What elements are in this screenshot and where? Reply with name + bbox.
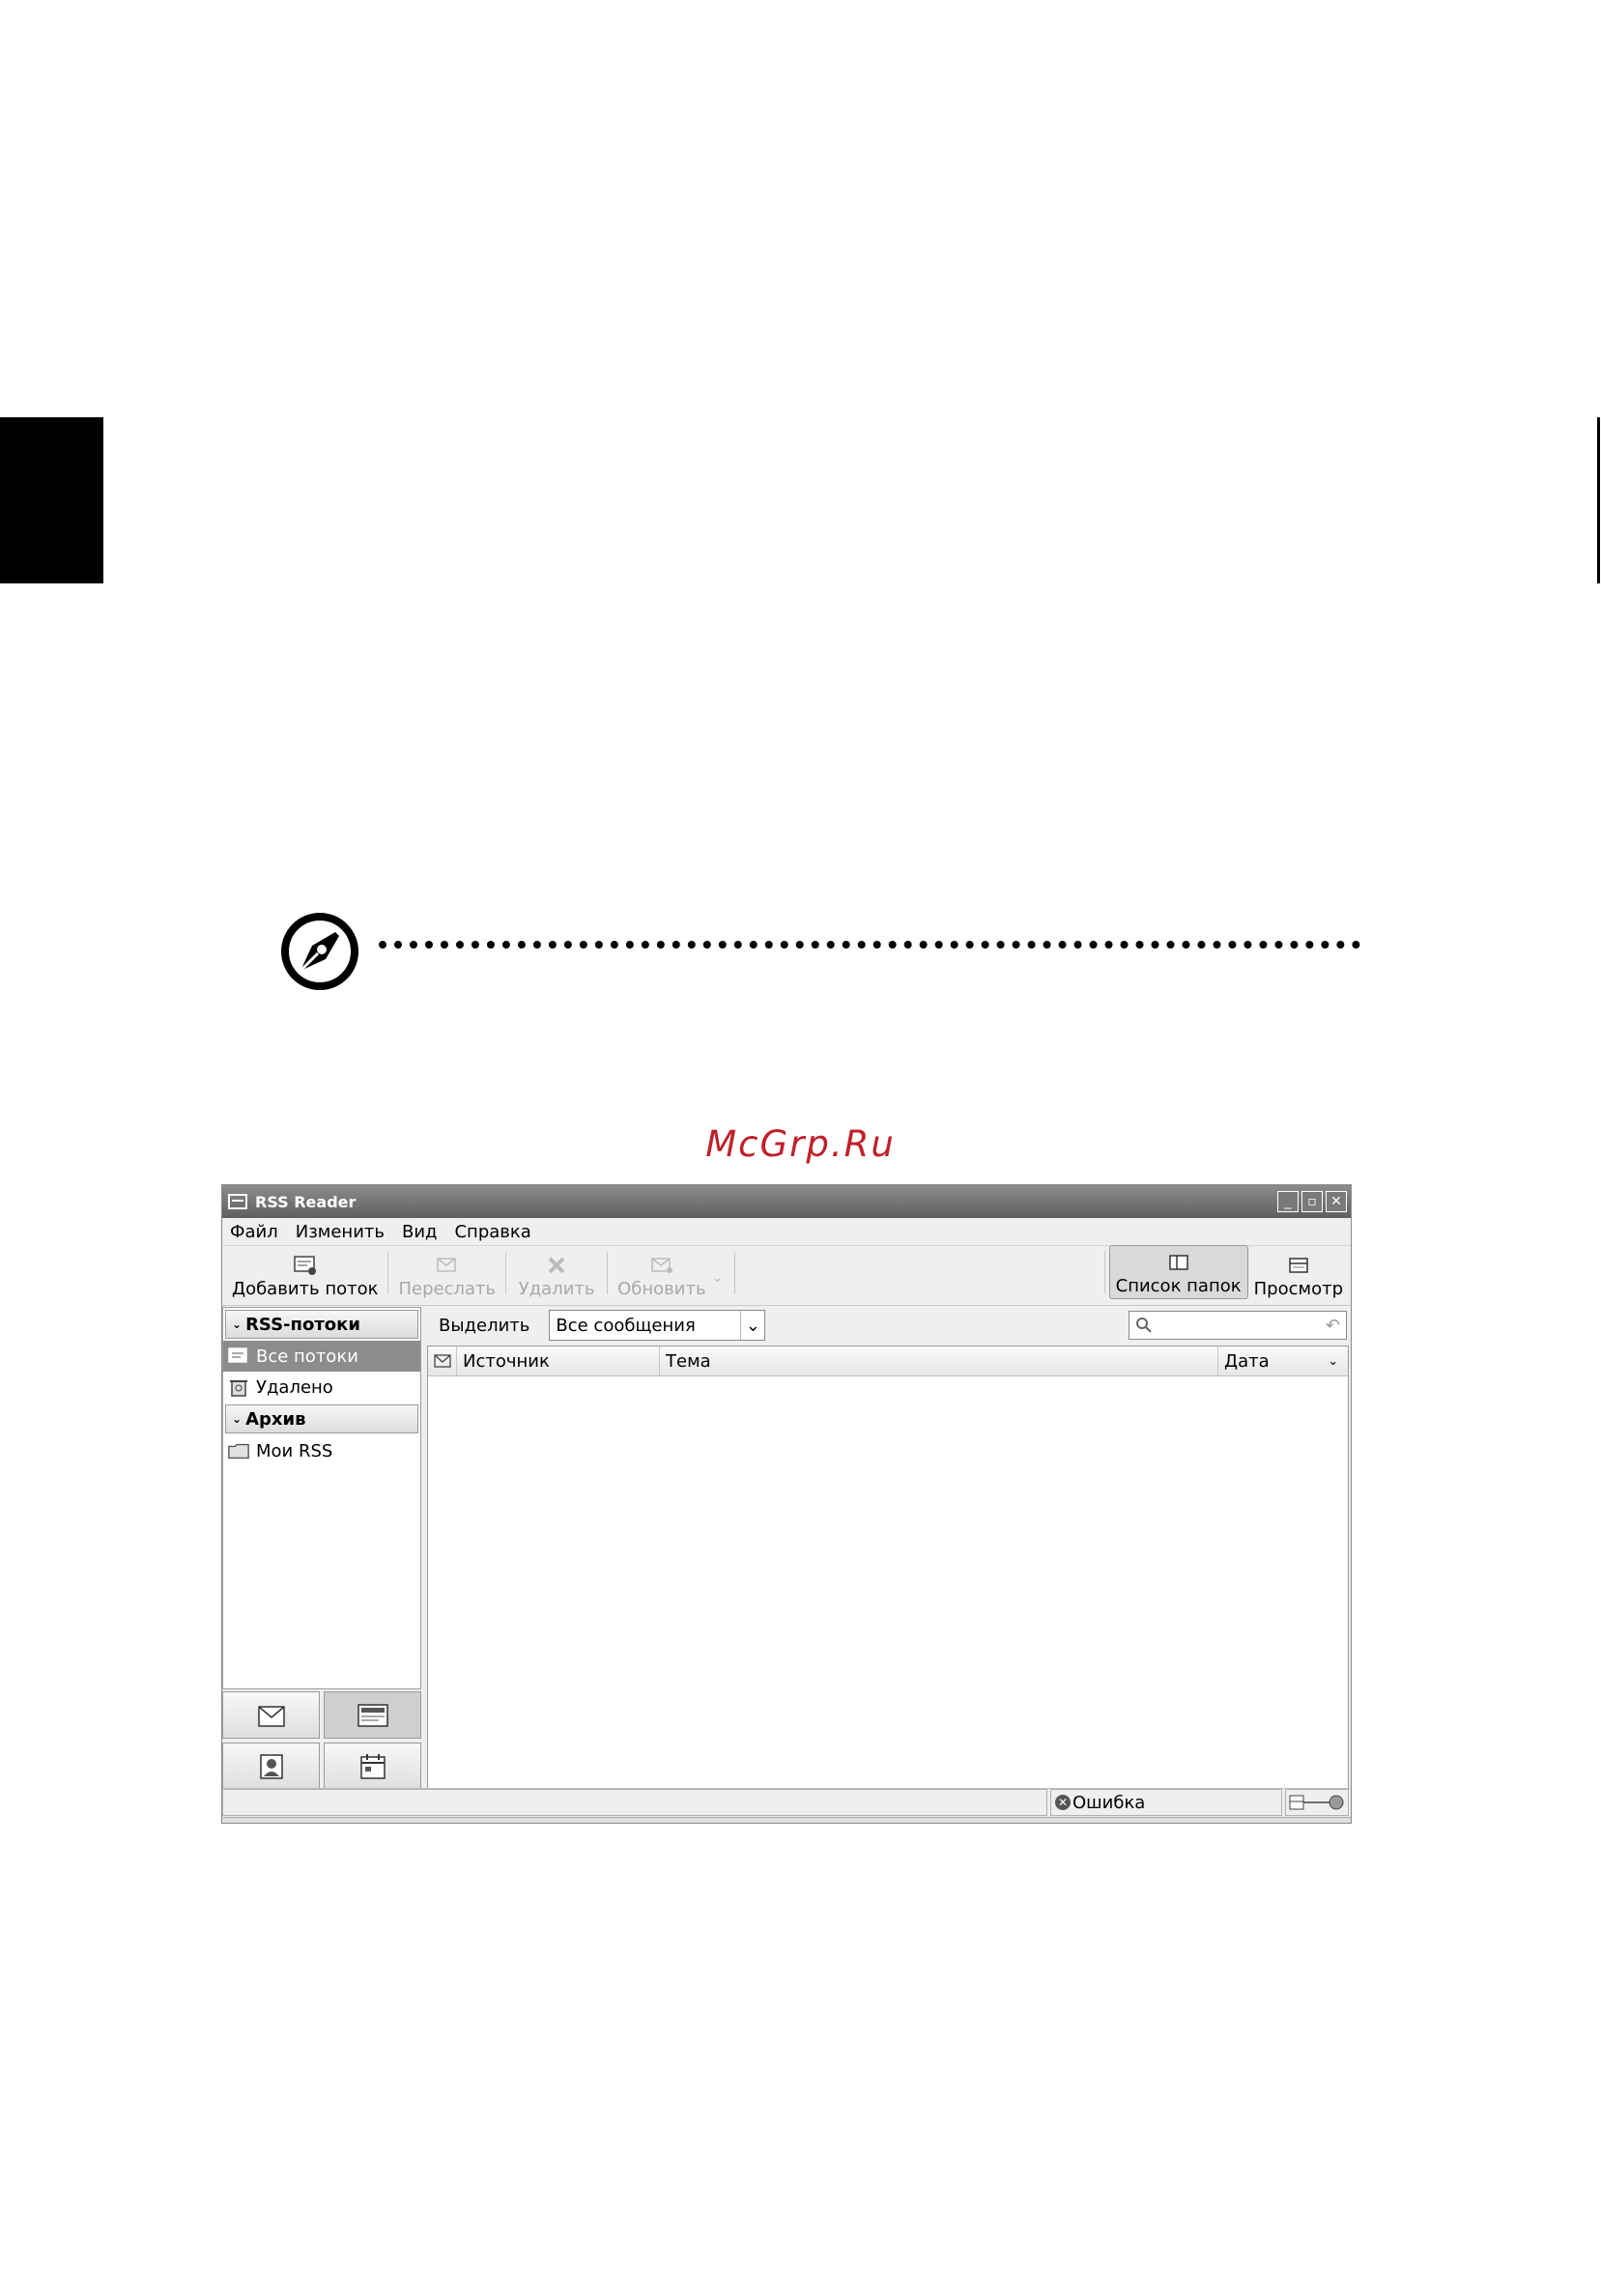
folder-item-label: Мои RSS [256, 1440, 333, 1461]
chapter-side-tab [0, 417, 103, 583]
folder-item-deleted[interactable]: Удалено [223, 1372, 420, 1403]
window-title: RSS Reader [255, 1192, 357, 1211]
rss-app-icon [228, 1194, 247, 1209]
status-error-text: Ошибка [1072, 1792, 1146, 1813]
trash-icon [227, 1376, 250, 1398]
chevron-down-icon: ⌄ [740, 1311, 764, 1340]
status-bar: ✕ Ошибка [222, 1788, 1351, 1818]
search-input[interactable]: ↶ [1129, 1311, 1347, 1340]
preview-toggle-button[interactable]: Просмотр [1248, 1255, 1349, 1299]
folder-item-all-feeds[interactable]: Все потоки [223, 1341, 420, 1372]
delete-label: Удалить [518, 1279, 595, 1299]
network-status-icon[interactable] [1285, 1789, 1349, 1816]
error-icon: ✕ [1055, 1795, 1071, 1810]
main-area: ⌄ RSS-потоки Все потоки Удалено ⌄ Архив … [222, 1307, 1351, 1790]
delete-button[interactable]: Удалить [510, 1255, 603, 1299]
minimize-button[interactable]: _ [1277, 1191, 1299, 1212]
page-edge-mark [1597, 417, 1600, 583]
envelope-icon [434, 1354, 451, 1368]
note-dotted-rule [379, 941, 1360, 949]
toolbar-separator [1103, 1251, 1105, 1293]
add-feed-button[interactable]: Добавить поток [226, 1255, 384, 1299]
switch-contacts-button[interactable] [222, 1743, 320, 1790]
delete-x-icon [544, 1255, 569, 1276]
calendar-icon [359, 1753, 386, 1779]
toolbar: Добавить поток Переслать Удалить Обновит… [222, 1245, 1351, 1306]
search-icon [1136, 1318, 1152, 1333]
menu-view[interactable]: Вид [402, 1222, 438, 1242]
folder-item-label: Удалено [256, 1376, 333, 1398]
preview-label: Просмотр [1253, 1279, 1343, 1299]
filter-bar: Выделить Все сообщения ⌄ ↶ [427, 1307, 1349, 1344]
chevron-down-icon: ⌄ [232, 1318, 243, 1331]
toolbar-separator [607, 1251, 609, 1294]
column-headers: Источник Тема Дата ⌄ [428, 1346, 1348, 1376]
message-list[interactable]: Источник Тема Дата ⌄ [427, 1346, 1349, 1790]
column-date-label: Дата [1224, 1350, 1270, 1372]
left-pane: ⌄ RSS-потоки Все потоки Удалено ⌄ Архив … [222, 1307, 421, 1790]
taskbar-strip [222, 1817, 1351, 1823]
preview-icon [1286, 1255, 1311, 1276]
forward-button[interactable]: Переслать [392, 1255, 501, 1299]
filter-select[interactable]: Все сообщения ⌄ [549, 1310, 766, 1341]
menu-bar: Файл Изменить Вид Справка [222, 1218, 1351, 1246]
restore-button[interactable]: ▫ [1301, 1191, 1323, 1212]
folder-item-label: Все потоки [256, 1346, 358, 1367]
filter-label: Выделить [439, 1315, 530, 1336]
status-error: ✕ Ошибка [1050, 1789, 1282, 1816]
message-pane: Выделить Все сообщения ⌄ ↶ Источник Тема [427, 1307, 1349, 1790]
forward-label: Переслать [398, 1279, 497, 1299]
switch-calendar-button[interactable] [324, 1743, 421, 1790]
update-button[interactable]: Обновить [612, 1255, 711, 1299]
watermark-text: McGrp.Ru [705, 1123, 896, 1165]
close-button[interactable]: ✕ [1326, 1191, 1347, 1212]
feeds-icon [227, 1346, 250, 1367]
folder-icon [227, 1440, 250, 1461]
contacts-icon [259, 1753, 283, 1779]
chevron-down-icon: ⌄ [232, 1412, 243, 1426]
toolbar-separator [387, 1251, 389, 1294]
archive-header-label: Архив [245, 1408, 306, 1430]
email-icon [257, 1705, 285, 1727]
menu-edit[interactable]: Изменить [296, 1222, 385, 1242]
column-source[interactable]: Источник [457, 1346, 660, 1375]
column-date[interactable]: Дата ⌄ [1218, 1346, 1346, 1375]
switch-email-button[interactable] [222, 1691, 320, 1739]
folder-tree: ⌄ RSS-потоки Все потоки Удалено ⌄ Архив … [222, 1307, 421, 1689]
menu-help[interactable]: Справка [454, 1222, 530, 1242]
menu-file[interactable]: Файл [230, 1222, 278, 1242]
forward-mail-icon [435, 1255, 460, 1276]
column-read-status[interactable] [428, 1346, 457, 1375]
app-switcher [222, 1691, 421, 1790]
column-subject[interactable]: Тема [660, 1346, 1218, 1375]
rss-feeds-header-label: RSS-потоки [245, 1314, 360, 1335]
title-bar[interactable]: RSS Reader _ ▫ ✕ [222, 1185, 1351, 1218]
update-dropdown-chevron-icon[interactable]: ⌄ [712, 1270, 724, 1286]
sort-chevron-icon: ⌄ [1328, 1353, 1338, 1369]
filter-select-value: Все сообщения [556, 1315, 696, 1336]
switch-rss-button[interactable] [324, 1691, 421, 1739]
toolbar-separator [734, 1251, 736, 1294]
status-main [222, 1789, 1047, 1816]
folder-list-icon [1166, 1252, 1191, 1273]
folder-list-label: Список папок [1115, 1276, 1242, 1296]
note-pen-icon [281, 913, 358, 990]
update-label: Обновить [617, 1279, 706, 1299]
folder-list-toggle-button[interactable]: Список папок [1108, 1245, 1248, 1299]
add-feed-label: Добавить поток [232, 1279, 379, 1299]
clear-search-icon[interactable]: ↶ [1326, 1316, 1340, 1336]
archive-header[interactable]: ⌄ Архив [225, 1404, 418, 1433]
folder-item-my-rss[interactable]: Мои RSS [223, 1435, 420, 1466]
news-icon [357, 1703, 388, 1727]
rss-feeds-header[interactable]: ⌄ RSS-потоки [225, 1310, 418, 1339]
update-mail-icon [649, 1255, 674, 1276]
toolbar-separator [505, 1251, 507, 1294]
rss-reader-window: RSS Reader _ ▫ ✕ Файл Изменить Вид Справ… [221, 1184, 1352, 1824]
news-add-icon [293, 1255, 318, 1276]
